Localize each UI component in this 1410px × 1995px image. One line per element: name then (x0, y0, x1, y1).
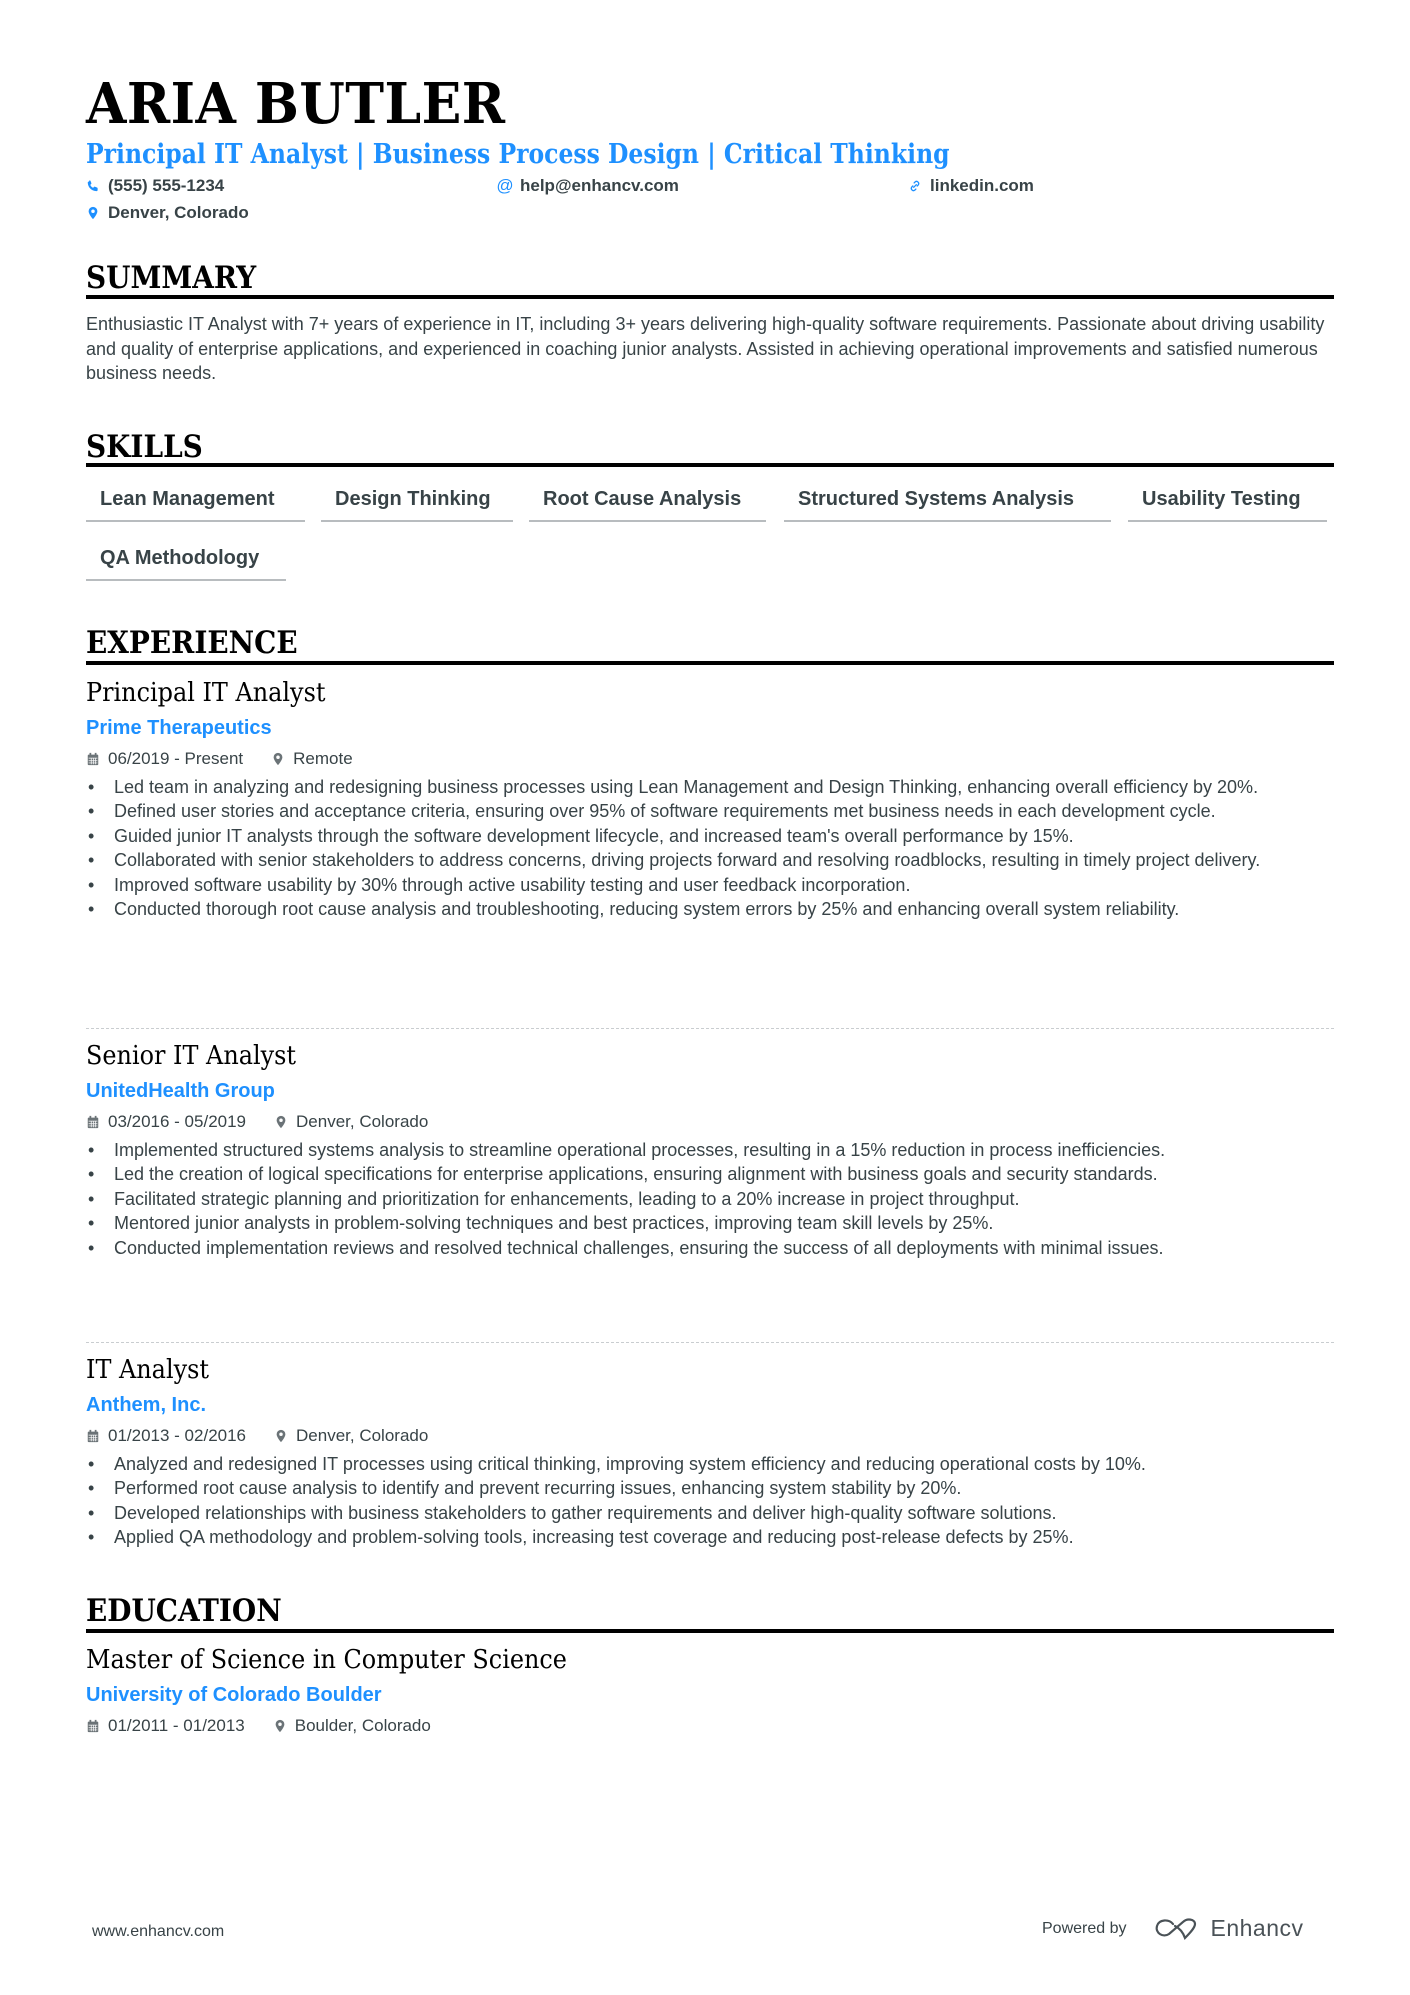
job-meta: 06/2019 - Present Remote (86, 749, 353, 769)
skill-tag: QA Methodology (86, 543, 286, 581)
location-pin-icon (273, 1718, 287, 1734)
job-title: Senior IT Analyst (86, 1041, 297, 1071)
job-bullets: Analyzed and redesigned IT processes usi… (86, 1452, 1334, 1550)
footer-website[interactable]: www.enhancv.com (92, 1923, 224, 1941)
skill-tag: Structured Systems Analysis (784, 484, 1111, 522)
location-pin-icon (271, 751, 285, 767)
bullet-item: Improved software usability by 30% throu… (86, 873, 1334, 898)
job-bullets: Implemented structured systems analysis … (86, 1138, 1334, 1260)
candidate-headline: Principal IT Analyst | Business Process … (86, 139, 950, 170)
bullet-item: Developed relationships with business st… (86, 1501, 1334, 1526)
degree-title: Master of Science in Computer Science (86, 1645, 567, 1675)
bullet-item: Applied QA methodology and problem-solvi… (86, 1525, 1334, 1550)
bullet-item: Defined user stories and acceptance crit… (86, 799, 1334, 824)
powered-by-label: Powered by (1042, 1919, 1127, 1937)
job-dates: 03/2016 - 05/2019 (108, 1112, 247, 1131)
contact-phone: (555) 555-1234 (86, 176, 224, 196)
job-title: Principal IT Analyst (86, 678, 326, 708)
education-meta: 01/2011 - 01/2013 Boulder, Colorado (86, 1716, 431, 1736)
skill-tag: Design Thinking (321, 484, 513, 522)
summary-divider (86, 295, 1334, 299)
bullet-item: Implemented structured systems analysis … (86, 1138, 1334, 1163)
company-name: UnitedHealth Group (86, 1080, 275, 1102)
bullet-item: Led the creation of logical specificatio… (86, 1162, 1334, 1187)
bullet-item: Mentored junior analysts in problem-solv… (86, 1211, 1334, 1236)
bullet-item: Analyzed and redesigned IT processes usi… (86, 1452, 1334, 1477)
location-pin-icon (274, 1428, 288, 1444)
brand-name: Enhancv (1210, 1915, 1304, 1941)
bullet-item: Guided junior IT analysts through the so… (86, 824, 1334, 849)
calendar-icon (86, 1718, 100, 1734)
contact-email[interactable]: @ help@enhancv.com (496, 176, 679, 196)
company-name: Anthem, Inc. (86, 1394, 207, 1416)
summary-text: Enthusiastic IT Analyst with 7+ years of… (86, 314, 1325, 383)
contact-linkedin[interactable]: linkedin.com (908, 176, 1034, 196)
location-pin-icon (86, 205, 100, 221)
job-dates: 06/2019 - Present (108, 749, 244, 768)
bullet-item: Performed root cause analysis to identif… (86, 1476, 1334, 1501)
experience-divider (86, 661, 1334, 665)
location-text: Denver, Colorado (108, 203, 249, 222)
enhancv-logo-icon (1155, 1917, 1196, 1940)
job-bullets: Led team in analyzing and redesigning bu… (86, 775, 1334, 922)
contact-location: Denver, Colorado (86, 203, 249, 223)
job-location: Denver, Colorado (296, 1426, 429, 1445)
link-icon (908, 178, 922, 194)
skills-heading: SKILLS (86, 429, 203, 465)
calendar-icon (86, 751, 100, 767)
job-dates: 01/2013 - 02/2016 (108, 1426, 247, 1445)
education-divider (86, 1629, 1334, 1633)
calendar-icon (86, 1114, 100, 1130)
bullet-item: Led team in analyzing and redesigning bu… (86, 775, 1334, 800)
job-location: Remote (293, 749, 353, 768)
enhancv-logo[interactable]: Enhancv (1153, 1915, 1304, 1942)
bullet-item: Conducted thorough root cause analysis a… (86, 897, 1334, 922)
skill-tag: Root Cause Analysis (529, 484, 766, 522)
education-heading: EDUCATION (86, 1593, 282, 1629)
job-title: IT Analyst (86, 1355, 210, 1385)
job-location: Denver, Colorado (296, 1112, 429, 1131)
job-meta: 01/2013 - 02/2016 Denver, Colorado (86, 1426, 428, 1446)
skills-divider (86, 463, 1334, 467)
education-dates: 01/2011 - 01/2013 (108, 1716, 245, 1735)
bullet-item: Facilitated strategic planning and prior… (86, 1187, 1334, 1212)
linkedin-link[interactable]: linkedin.com (930, 176, 1034, 196)
skill-tag: Usability Testing (1128, 484, 1327, 522)
candidate-name: ARIA BUTLER (86, 71, 506, 137)
bullet-item: Collaborated with senior stakeholders to… (86, 848, 1334, 873)
job-meta: 03/2016 - 05/2019 Denver, Colorado (86, 1112, 428, 1132)
summary-heading: SUMMARY (86, 260, 257, 296)
footer-branding: Powered by Enhancv (1042, 1915, 1304, 1942)
skill-tag: Lean Management (86, 484, 305, 522)
bullet-item: Conducted implementation reviews and res… (86, 1236, 1334, 1261)
school-name: University of Colorado Boulder (86, 1684, 382, 1706)
company-name: Prime Therapeutics (86, 717, 272, 739)
calendar-icon (86, 1428, 100, 1444)
job-separator (86, 1342, 1334, 1343)
education-location: Boulder, Colorado (294, 1716, 431, 1735)
at-icon: @ (496, 176, 514, 195)
phone-text: (555) 555-1234 (108, 176, 225, 195)
phone-icon (86, 178, 100, 194)
job-separator (86, 1028, 1334, 1029)
experience-heading: EXPERIENCE (86, 625, 298, 661)
location-pin-icon (274, 1114, 288, 1130)
email-link[interactable]: help@enhancv.com (520, 176, 679, 196)
